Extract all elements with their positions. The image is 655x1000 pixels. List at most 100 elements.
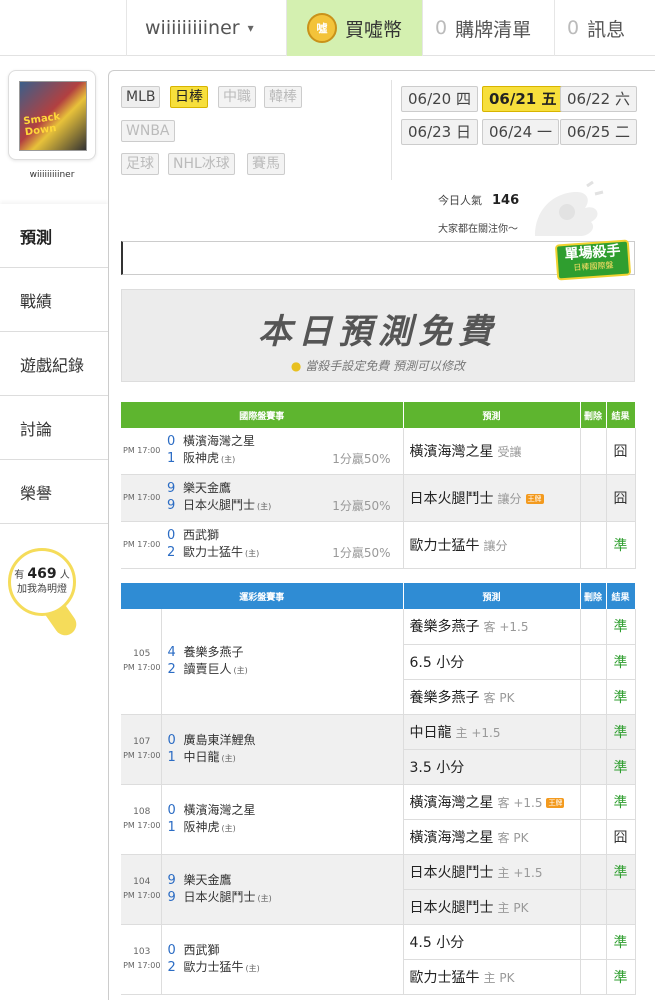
delete-cell[interactable] xyxy=(580,819,607,855)
buy-coin-button[interactable]: 噓 買噓幣 xyxy=(286,0,422,56)
messages-count: 0 xyxy=(567,17,580,39)
delete-cell[interactable] xyxy=(580,924,607,960)
prediction-cell[interactable]: 橫濱海灣之星 受讓 xyxy=(403,428,581,475)
team-away: 樂天金鷹 xyxy=(183,872,232,887)
prediction: 日本火腿鬥士 xyxy=(409,490,494,507)
cart-count: 0 xyxy=(435,17,448,39)
cart-label: 購牌清單 xyxy=(455,18,532,41)
delete-cell[interactable] xyxy=(580,749,607,785)
col-header: 運彩盤賽事 xyxy=(121,583,404,609)
prediction-type: 主 PK xyxy=(497,900,529,915)
cart-button[interactable]: 0 購牌清單 xyxy=(422,0,554,56)
weekday: 四 xyxy=(456,90,472,108)
col-header: 國際盤賽事 xyxy=(121,402,404,428)
delete-cell[interactable] xyxy=(580,428,607,475)
prediction-cell[interactable]: 養樂多燕子客 +1.5 xyxy=(403,609,581,645)
game-cell: 9 樂天金鷹 9 日本火腿鬥士 (主) xyxy=(161,854,404,925)
league-nhl[interactable]: NHL冰球 xyxy=(168,153,235,175)
game-cell: PM 17:00 9 樂天金鷹 9 日本火腿鬥士 (主) 1分贏50% xyxy=(121,474,404,522)
result-cell: 準 xyxy=(606,854,636,890)
league-wnba[interactable]: WNBA xyxy=(121,120,175,142)
prediction-cell[interactable]: 養樂多燕子客 PK xyxy=(403,679,581,715)
ace-badge: 王牌 xyxy=(546,797,565,808)
prediction-cell[interactable]: 日本火腿鬥士主 PK xyxy=(403,889,581,925)
date-label: 06/25 xyxy=(567,123,611,141)
prediction-cell[interactable]: 橫濱海灣之星客 +1.5 王牌 xyxy=(403,784,581,820)
team-away: 西武獅 xyxy=(183,942,220,957)
nav-discussion[interactable]: 討論 xyxy=(0,396,108,460)
delete-cell[interactable] xyxy=(580,474,607,522)
game-cell: 0 西武獅 2 歐力士猛牛 (主) xyxy=(161,924,404,995)
nav-label: 遊戲紀錄 xyxy=(20,355,85,375)
nav-game-log[interactable]: 遊戲紀錄 xyxy=(0,332,108,396)
delete-cell[interactable] xyxy=(580,959,607,995)
prediction-cell[interactable]: 日本火腿鬥士 讓分 王牌 xyxy=(403,474,581,522)
date-label: 06/21 xyxy=(489,90,537,108)
table-row: PM 17:00 0 西武獅 2 歐力士猛牛 (主) 1分贏50% 歐力士猛牛 讓分準 xyxy=(121,521,636,569)
prediction-cell[interactable]: 歐力士猛牛 讓分 xyxy=(403,521,581,569)
home-mark: (主) xyxy=(257,893,272,903)
delete-cell[interactable] xyxy=(580,854,607,890)
prediction-cell[interactable]: 4.5 小分 xyxy=(403,924,581,960)
prediction-cell[interactable]: 3.5 小分 xyxy=(403,749,581,785)
league-horse[interactable]: 賽馬 xyxy=(247,153,285,175)
home-mark: (主) xyxy=(221,753,236,763)
result-cell: 準 xyxy=(606,521,636,569)
score-away: 9 xyxy=(167,481,176,496)
date-0621[interactable]: 06/21 五 xyxy=(482,86,564,112)
prediction-cell[interactable]: 日本火腿鬥士主 +1.5 xyxy=(403,854,581,890)
date-0625[interactable]: 06/25 二 xyxy=(560,119,638,145)
league-kbo[interactable]: 韓棒 xyxy=(264,86,302,108)
prediction: 4.5 小分 xyxy=(409,934,465,951)
date-0620[interactable]: 06/20 四 xyxy=(401,86,479,112)
table-row: 103 PM 17:00 0 西武獅 2 歐力士猛牛 (主) 4.5 小分準 xyxy=(121,924,636,995)
game-cell: 0 橫濱海灣之星 1 阪神虎 (主) xyxy=(161,784,404,855)
score-home: 2 xyxy=(167,959,176,975)
delete-cell[interactable] xyxy=(580,644,607,680)
league-soccer[interactable]: 足球 xyxy=(121,153,159,175)
game-time: PM 17:00 xyxy=(123,891,161,900)
team-away: 廣島東洋鯉魚 xyxy=(183,732,256,747)
delete-cell[interactable] xyxy=(580,679,607,715)
date-0622[interactable]: 06/22 六 xyxy=(560,86,638,112)
nav-record[interactable]: 戰績 xyxy=(0,268,108,332)
date-0624[interactable]: 06/24 一 xyxy=(482,119,560,145)
team-home: 日本火腿鬥士 xyxy=(183,498,256,512)
fans-text: 加我為明燈 xyxy=(17,584,67,595)
prediction-cell[interactable]: 中日龍主 +1.5 xyxy=(403,714,581,750)
weekday: 日 xyxy=(456,123,472,141)
prediction: 日本火腿鬥士 xyxy=(409,864,494,881)
col-header: 預測 xyxy=(403,402,581,428)
prediction: 養樂多燕子 xyxy=(409,619,480,636)
game-number-cell: 104 PM 17:00 xyxy=(121,854,162,925)
delete-cell[interactable] xyxy=(580,889,607,925)
profile-username: wiiiiiiiiiner xyxy=(29,170,75,180)
nav-predict[interactable]: 預測 xyxy=(0,204,108,268)
fans-lightbulb[interactable]: 有 469 人 加我為明燈 xyxy=(8,548,76,616)
game-time: PM 17:00 xyxy=(123,751,161,760)
league-mlb[interactable]: MLB xyxy=(121,86,161,108)
fans-prefix: 有 xyxy=(14,570,25,581)
prediction-cell[interactable]: 橫濱海灣之星客 PK xyxy=(403,819,581,855)
user-menu[interactable]: wiiiiiiiiiner ▾ xyxy=(126,0,286,56)
league-cpbl[interactable]: 中職 xyxy=(218,86,256,108)
home-mark: (主) xyxy=(221,455,236,465)
delete-cell[interactable] xyxy=(580,609,607,645)
delete-cell[interactable] xyxy=(580,784,607,820)
weekday: 一 xyxy=(537,123,553,141)
nav-honor[interactable]: 榮譽 xyxy=(0,460,108,524)
score-home: 1 xyxy=(167,819,176,835)
delete-cell[interactable] xyxy=(580,521,607,569)
messages-label: 訊息 xyxy=(587,18,626,41)
prediction-cell[interactable]: 歐力士猛牛主 PK xyxy=(403,959,581,995)
messages-button[interactable]: 0 訊息 xyxy=(554,0,655,56)
league-npb[interactable]: 日棒 xyxy=(170,86,208,108)
home-mark: (主) xyxy=(245,963,260,973)
delete-cell[interactable] xyxy=(580,714,607,750)
result-cell: 囧 xyxy=(606,474,636,522)
date-0623[interactable]: 06/23 日 xyxy=(401,119,479,145)
profile-card[interactable]: Smack Down xyxy=(8,70,96,160)
table-row: 104 PM 17:00 9 樂天金鷹 9 日本火腿鬥士 (主) 日本火腿鬥士主 +1.5 準 xyxy=(121,854,636,925)
prediction-cell[interactable]: 6.5 小分 xyxy=(403,644,581,680)
table-row: 108 PM 17:00 0 橫濱海灣之星 1 阪神虎 (主) 橫濱海灣之星客 +1.5 王牌準 xyxy=(121,784,636,855)
